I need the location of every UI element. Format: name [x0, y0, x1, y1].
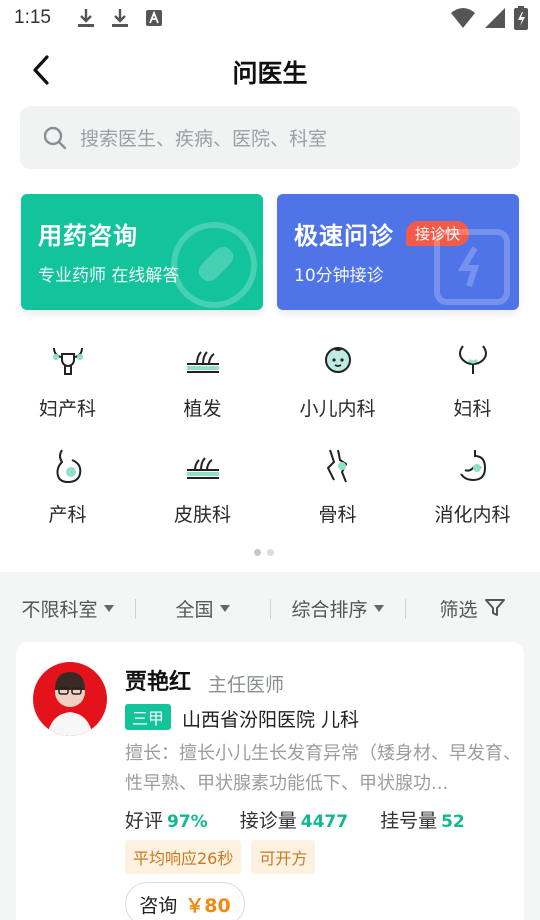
stat-value: 52: [441, 812, 465, 832]
response-time-tag: 平均响应26秒: [125, 840, 242, 874]
pregnancy-icon: [48, 446, 88, 486]
filter-icon: [484, 599, 505, 616]
battery-charging-icon: [514, 6, 528, 34]
status-indicators: [450, 6, 528, 34]
top-section: 搜索医生、疾病、医院、科室 用药咨询 专业药师 在线解答 极速问诊 接诊快 10…: [0, 104, 540, 572]
ovary-icon: [453, 340, 493, 380]
lightning-icon: [434, 229, 510, 305]
filter-region[interactable]: 全国: [135, 595, 270, 622]
category-hair[interactable]: 植发: [135, 340, 270, 430]
stat-label: 好评: [125, 810, 164, 832]
stat-value: 97%: [167, 812, 208, 832]
category-pediatrics[interactable]: 小儿内科: [270, 340, 405, 430]
search-icon: [43, 126, 67, 149]
filter-department[interactable]: 不限科室: [0, 595, 135, 622]
category-obgyn[interactable]: 妇产科: [0, 340, 135, 430]
doctor-tags: 平均响应26秒 可开方: [125, 840, 316, 874]
download-icon: [109, 7, 131, 29]
filter-label: 不限科室: [21, 598, 98, 621]
filter-screen[interactable]: 筛选: [405, 595, 540, 622]
doctor-card[interactable]: 贾艳红 主任医师 三甲 山西省汾阳医院 儿科 擅长：擅长小儿生长发育异常（矮身材…: [16, 642, 524, 920]
stat-rating: 好评 97%: [125, 806, 208, 833]
filter-label: 筛选: [439, 598, 478, 621]
page-dot: [267, 549, 274, 556]
card-title: 极速问诊: [294, 222, 394, 250]
caret-down-icon: [219, 604, 230, 612]
status-time: 1:15: [14, 7, 51, 28]
filter-label: 综合排序: [291, 598, 368, 621]
hospital-name: 山西省汾阳医院 儿科: [182, 709, 360, 731]
category-dermatology[interactable]: 皮肤科: [135, 446, 270, 536]
stomach-icon: [453, 446, 493, 486]
pill-icon: [171, 222, 257, 308]
category-label: 产科: [48, 504, 87, 526]
doctor-name: 贾艳红: [125, 670, 192, 695]
stat-registrations: 挂号量 52: [380, 806, 465, 833]
filter-sort[interactable]: 综合排序: [270, 595, 405, 622]
category-label: 妇产科: [38, 398, 96, 420]
hair-icon: [183, 340, 223, 380]
stat-value: 4477: [300, 812, 349, 832]
font-app-icon: [143, 7, 165, 29]
app-header: 问医生: [0, 36, 540, 104]
signal-icon: [484, 7, 506, 33]
category-label: 小儿内科: [299, 398, 376, 420]
category-gastroenterology[interactable]: 消化内科: [405, 446, 540, 536]
consult-button[interactable]: 咨询 ￥80: [125, 882, 245, 920]
page-dot-active: [254, 549, 261, 556]
download-icon: [75, 7, 97, 29]
stat-label: 挂号量: [380, 810, 438, 832]
wifi-icon: [450, 7, 476, 33]
fast-consult-card[interactable]: 极速问诊 接诊快 10分钟接诊: [277, 194, 519, 310]
status-bar: 1:15: [0, 0, 540, 36]
category-gynecology[interactable]: 妇科: [405, 340, 540, 430]
caret-down-icon: [103, 604, 114, 612]
medication-consult-card[interactable]: 用药咨询 专业药师 在线解答: [21, 194, 263, 310]
consult-label: 咨询: [139, 894, 178, 917]
category-label: 消化内科: [434, 504, 511, 526]
stat-label: 接诊量: [239, 810, 297, 832]
doctor-stats: 好评 97% 接诊量 4477 挂号量 52: [125, 806, 497, 833]
category-orthopedics[interactable]: 骨科: [270, 446, 405, 536]
filter-bar: 不限科室 全国 综合排序 筛选: [0, 582, 540, 634]
page-indicator: [254, 549, 274, 556]
card-title: 用药咨询: [38, 222, 138, 250]
category-obstetrics[interactable]: 产科: [0, 446, 135, 536]
filter-label: 全国: [175, 598, 214, 621]
consult-price: ￥80: [185, 894, 231, 917]
doctor-specialty: 擅长：擅长小儿生长发育异常（矮身材、早发育、性早熟、甲状腺素功能低下、甲状腺功.…: [125, 743, 521, 794]
card-subtitle: 专业药师 在线解答: [38, 266, 180, 286]
hospital-grade-badge: 三甲: [125, 704, 172, 730]
category-label: 妇科: [453, 398, 492, 420]
bone-icon: [318, 446, 358, 486]
category-label: 皮肤科: [173, 504, 231, 526]
search-placeholder: 搜索医生、疾病、医院、科室: [80, 128, 328, 150]
search-bar[interactable]: 搜索医生、疾病、医院、科室: [20, 106, 520, 169]
page-title: 问医生: [232, 59, 308, 88]
stat-consultations: 接诊量 4477: [240, 806, 348, 833]
doctor-avatar: [33, 662, 107, 736]
baby-icon: [318, 340, 358, 380]
caret-down-icon: [373, 604, 384, 612]
skin-icon: [183, 446, 223, 486]
category-label: 骨科: [318, 504, 357, 526]
category-label: 植发: [183, 398, 222, 420]
uterus-icon: [48, 340, 88, 380]
doctor-title: 主任医师: [208, 674, 285, 696]
card-subtitle: 10分钟接诊: [294, 266, 384, 286]
prescription-tag: 可开方: [251, 840, 316, 874]
